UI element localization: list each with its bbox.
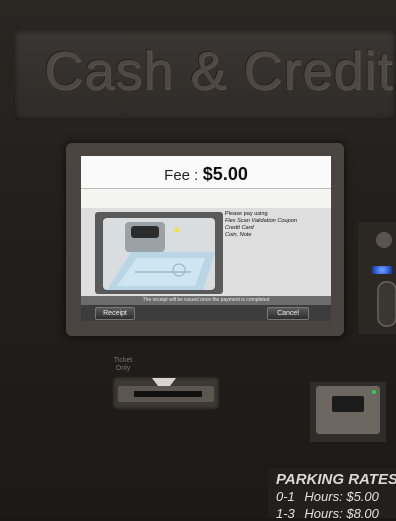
rate-price: $5.00 [346, 489, 379, 504]
receipt-notice: The receipt will be issued once the paym… [81, 296, 331, 305]
payment-screen: Fee : $5.00 Please pay using Flex Scan V… [81, 156, 331, 321]
ticket-slot[interactable] [112, 376, 220, 410]
credit-card-insert-icon [95, 212, 223, 294]
fee-header: Fee : $5.00 [81, 156, 331, 189]
receipt-button[interactable]: Receipt [95, 307, 135, 320]
card-reader-slot[interactable] [310, 382, 386, 442]
brand-title: Cash & Credit [44, 41, 394, 101]
rate-price: $8.00 [346, 506, 379, 521]
cancel-button[interactable]: Cancel [267, 307, 309, 320]
rate-label: Hours: [304, 506, 343, 521]
rate-range: 0-1 [276, 489, 295, 504]
rate-row: 0-1 Hours: $5.00 [276, 489, 379, 504]
instruction-line: Credit Card [225, 225, 254, 231]
rate-label: Hours: [304, 489, 343, 504]
payment-content: Please pay using Flex Scan Validation Co… [81, 208, 331, 296]
button-bar: Receipt Cancel [81, 305, 331, 321]
payment-instructions: Please pay using Flex Scan Validation Co… [225, 211, 329, 239]
fee-label: Fee : [164, 167, 199, 184]
side-panel [358, 222, 396, 334]
rate-range: 1-3 [276, 506, 295, 521]
ticket-only-label: Ticket Only [113, 357, 133, 372]
fee-amount: $5.00 [202, 164, 248, 184]
rate-row: 1-3 Hours: $8.00 [276, 506, 379, 521]
instruction-line: Please pay using [225, 211, 268, 217]
instruction-line: Flex Scan Validation Coupon [225, 218, 297, 224]
parking-rates-title: PARKING RATES [276, 471, 396, 488]
status-led-icon [368, 266, 396, 274]
instruction-line: Coin, Note [225, 232, 252, 238]
